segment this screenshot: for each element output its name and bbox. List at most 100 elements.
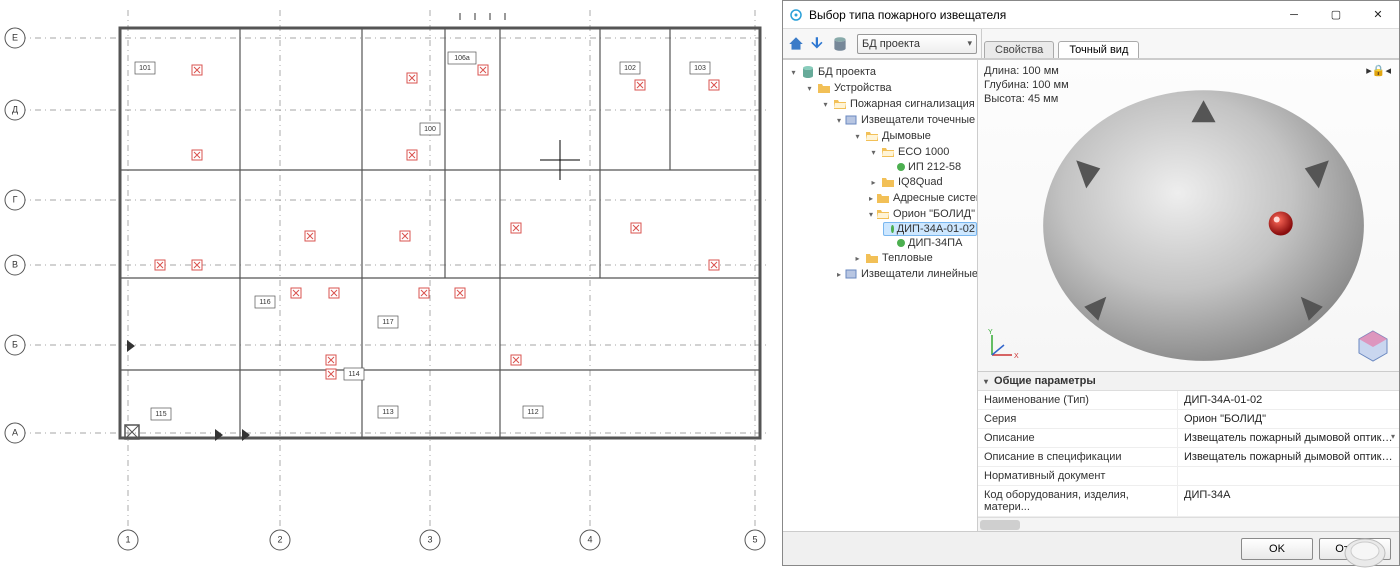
tree-label: Орион "БОЛИД"	[893, 208, 975, 220]
tree-label: IQ8Quad	[898, 176, 943, 188]
svg-text:Е: Е	[12, 32, 18, 42]
prop-value[interactable]: ДИП-34А	[1178, 486, 1399, 516]
detector-type-dialog: Выбор типа пожарного извещателя ─ ▢ ✕ БД…	[782, 0, 1400, 566]
category-icon	[844, 113, 858, 127]
tree-devices[interactable]: Устройства	[803, 80, 977, 96]
detector-thumbnail	[1341, 531, 1389, 571]
svg-text:Д: Д	[12, 104, 18, 114]
folder-open-icon	[876, 207, 890, 221]
viewer-3d[interactable]: Длина: 100 мм Глубина: 100 мм Высота: 45…	[978, 60, 1399, 371]
tree-orion[interactable]: Орион "БОЛИД"	[867, 206, 977, 222]
prop-row-spec[interactable]: Описание в спецификации Извещатель пожар…	[978, 448, 1399, 467]
folder-icon	[817, 81, 831, 95]
tree-point-detectors[interactable]: Извещатели точечные	[835, 112, 977, 128]
svg-text:4: 4	[587, 534, 592, 544]
expand-icon[interactable]	[853, 254, 862, 263]
floorplan-canvas[interactable]: 101 102 103 100 106а 115 116 117 113 112…	[0, 0, 780, 566]
close-button[interactable]: ✕	[1357, 1, 1399, 29]
folder-icon	[865, 251, 879, 265]
expand-icon[interactable]	[869, 178, 878, 187]
nav-cube[interactable]	[1355, 327, 1391, 363]
svg-text:102: 102	[624, 65, 636, 72]
prop-value[interactable]: Орион "БОЛИД"	[1178, 410, 1399, 428]
item-dot-icon	[897, 239, 905, 247]
tree-iq8quad[interactable]: IQ8Quad	[867, 174, 977, 190]
svg-text:А: А	[12, 427, 18, 437]
tree-pane[interactable]: БД проекта Устройства	[783, 60, 978, 531]
svg-text:100: 100	[424, 126, 436, 133]
item-dot-icon	[891, 225, 894, 233]
expand-icon[interactable]	[869, 148, 878, 157]
minimize-button[interactable]: ─	[1273, 1, 1315, 29]
horizontal-scrollbar[interactable]	[978, 517, 1399, 531]
expand-icon[interactable]	[837, 270, 841, 279]
prop-row-desc[interactable]: Описание Извещатель пожарный дымовой опт…	[978, 429, 1399, 448]
tree-ip212[interactable]: ИП 212-58	[883, 160, 977, 174]
tree-fire[interactable]: Пожарная сигнализация	[819, 96, 977, 112]
tree-smoke[interactable]: Дымовые	[851, 128, 977, 144]
svg-text:2: 2	[277, 534, 282, 544]
tree-label: Адресные системы	[893, 192, 978, 204]
svg-text:Y: Y	[988, 329, 993, 336]
svg-text:116: 116	[259, 299, 270, 306]
expand-icon[interactable]	[853, 132, 862, 141]
category-icon	[844, 267, 858, 281]
titlebar[interactable]: Выбор типа пожарного извещателя ─ ▢ ✕	[783, 1, 1399, 29]
inner-walls	[120, 13, 760, 438]
tree-root[interactable]: БД проекта	[787, 64, 977, 80]
prop-row-name[interactable]: Наименование (Тип) ДИП-34А-01-02	[978, 391, 1399, 410]
svg-text:Г: Г	[13, 194, 18, 204]
ok-button[interactable]: OK	[1241, 538, 1313, 560]
svg-text:Б: Б	[12, 339, 18, 349]
prop-value[interactable]: Извещатель пожарный дымовой оптико-эл	[1178, 429, 1399, 447]
prop-value[interactable]	[1178, 467, 1399, 485]
tree-addr[interactable]: Адресные системы	[867, 190, 977, 206]
prop-label: Описание	[978, 429, 1178, 447]
prop-label: Серия	[978, 410, 1178, 428]
tree-dip34a[interactable]: ДИП-34А-01-02	[883, 222, 977, 236]
prop-label: Нормативный документ	[978, 467, 1178, 485]
maximize-button[interactable]: ▢	[1315, 1, 1357, 29]
dialog-footer: OK Отмена	[783, 531, 1399, 565]
svg-text:103: 103	[694, 65, 706, 72]
prop-value[interactable]: Извещатель пожарный дымовой оптико-элект	[1178, 448, 1399, 466]
axis-gizmo[interactable]: X Y	[984, 327, 1020, 363]
database-icon[interactable]	[831, 35, 849, 53]
cursor-crosshair	[540, 140, 580, 180]
folder-icon	[881, 175, 895, 189]
tree-linear[interactable]: Извещатели линейные	[835, 266, 977, 282]
expand-icon[interactable]	[789, 68, 798, 77]
collapse-icon[interactable]: ▾	[984, 377, 988, 386]
svg-text:В: В	[12, 259, 18, 269]
tree-label: Устройства	[834, 82, 892, 94]
tree-label: ДИП-34ПА	[908, 237, 962, 249]
expand-icon[interactable]	[869, 210, 873, 219]
db-combo-label: БД проекта	[862, 38, 920, 50]
tree-dip34pa[interactable]: ДИП-34ПА	[883, 236, 977, 250]
expand-icon[interactable]	[869, 194, 873, 203]
grid-vertical	[128, 10, 755, 550]
db-combo[interactable]: БД проекта	[857, 34, 977, 54]
download-icon[interactable]	[809, 35, 827, 53]
prop-row-norm[interactable]: Нормативный документ	[978, 467, 1399, 486]
tab-3dview[interactable]: Точный вид	[1058, 41, 1139, 58]
prop-label: Наименование (Тип)	[978, 391, 1178, 409]
svg-text:101: 101	[139, 65, 151, 72]
tree-label: ECO 1000	[898, 146, 949, 158]
svg-text:113: 113	[382, 409, 393, 416]
detector-dome	[1043, 90, 1364, 361]
expand-icon[interactable]	[821, 100, 830, 109]
prop-value[interactable]: ДИП-34А-01-02	[1178, 391, 1399, 409]
svg-text:X: X	[1014, 353, 1019, 360]
expand-icon[interactable]	[837, 116, 841, 125]
prop-row-series[interactable]: Серия Орион "БОЛИД"	[978, 410, 1399, 429]
tab-properties[interactable]: Свойства	[984, 41, 1054, 58]
expand-icon[interactable]	[805, 84, 814, 93]
prop-row-code[interactable]: Код оборудования, изделия, матери... ДИП…	[978, 486, 1399, 517]
tree-eco1000[interactable]: ECO 1000	[867, 144, 977, 160]
home-icon[interactable]	[787, 35, 805, 53]
tree-heat[interactable]: Тепловые	[851, 250, 977, 266]
svg-text:3: 3	[427, 534, 432, 544]
tree-label: Пожарная сигнализация	[850, 98, 975, 110]
prop-section-general[interactable]: ▾ Общие параметры	[978, 372, 1399, 391]
